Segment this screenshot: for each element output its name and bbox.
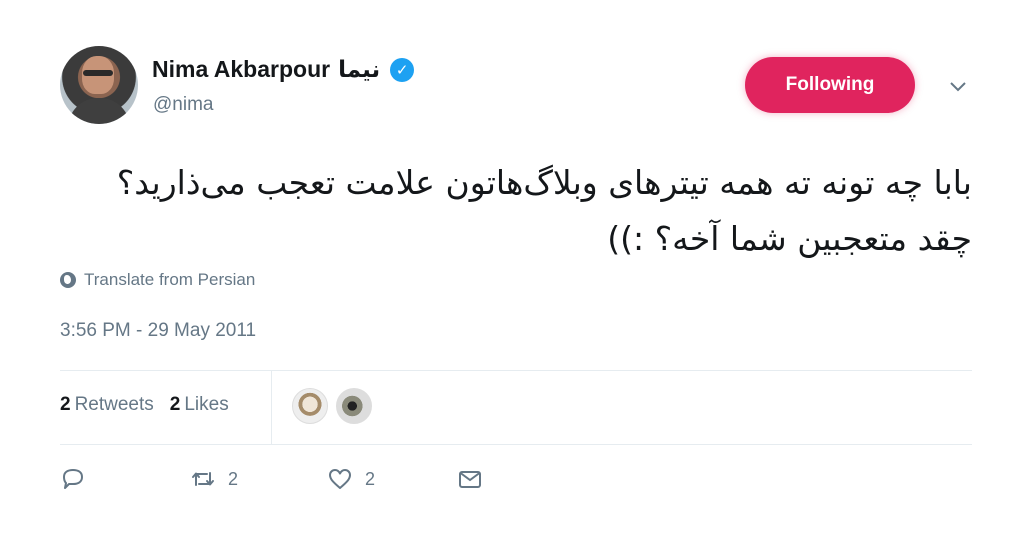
globe-icon (60, 272, 76, 288)
likes-count: 2 (169, 394, 181, 415)
retweets-label: Retweets (74, 394, 154, 415)
retweets-stat[interactable]: 2 Retweets (60, 394, 154, 416)
retweet-button[interactable]: 2 (190, 466, 327, 492)
likers-avatars (292, 388, 372, 424)
avatar-shirt (68, 98, 130, 124)
like-button[interactable]: 2 (327, 466, 457, 492)
following-button[interactable]: Following (745, 57, 915, 113)
author-name-row[interactable]: Nima Akbarpour نیما ✓ (152, 56, 415, 83)
message-icon (459, 471, 481, 488)
heart-icon (329, 469, 351, 489)
tweet-timestamp[interactable]: 3:56 PM - 29 May 2011 (60, 320, 256, 342)
likes-stat[interactable]: 2 Likes (170, 394, 229, 416)
retweet-icon (192, 472, 214, 486)
avatar-glasses (83, 70, 113, 76)
direct-message-button[interactable] (457, 466, 483, 492)
chevron-down-icon[interactable] (944, 76, 972, 98)
translate-link[interactable]: Translate from Persian (60, 270, 255, 290)
retweets-count: 2 (60, 394, 71, 415)
retweet-count: 2 (228, 468, 239, 489)
author-name-fa[interactable]: نیما (338, 56, 380, 83)
like-count: 2 (365, 468, 376, 489)
divider (60, 370, 972, 371)
divider (60, 444, 972, 445)
reply-icon (63, 469, 83, 489)
stats-divider (271, 370, 272, 444)
tweet-text: بابا چه تونه ته همه تیترهای وبلاگ‌هاتون … (116, 163, 972, 258)
liker-avatar[interactable] (336, 388, 372, 424)
tweet-card: Nima Akbarpour نیما ✓ @nima Following با… (0, 0, 1032, 544)
liker-avatar[interactable] (292, 388, 328, 424)
translate-label[interactable]: Translate from Persian (84, 270, 255, 290)
tweet-actions: 2 2 (60, 466, 483, 492)
author-name[interactable]: Nima Akbarpour (152, 56, 330, 83)
verified-icon: ✓ (390, 57, 415, 82)
tweet-stats: 2 Retweets 2 Likes (60, 394, 229, 416)
likes-label: Likes (184, 394, 229, 415)
author-handle[interactable]: @nima (153, 94, 213, 116)
reply-button[interactable] (60, 466, 190, 492)
avatar[interactable] (60, 46, 138, 124)
